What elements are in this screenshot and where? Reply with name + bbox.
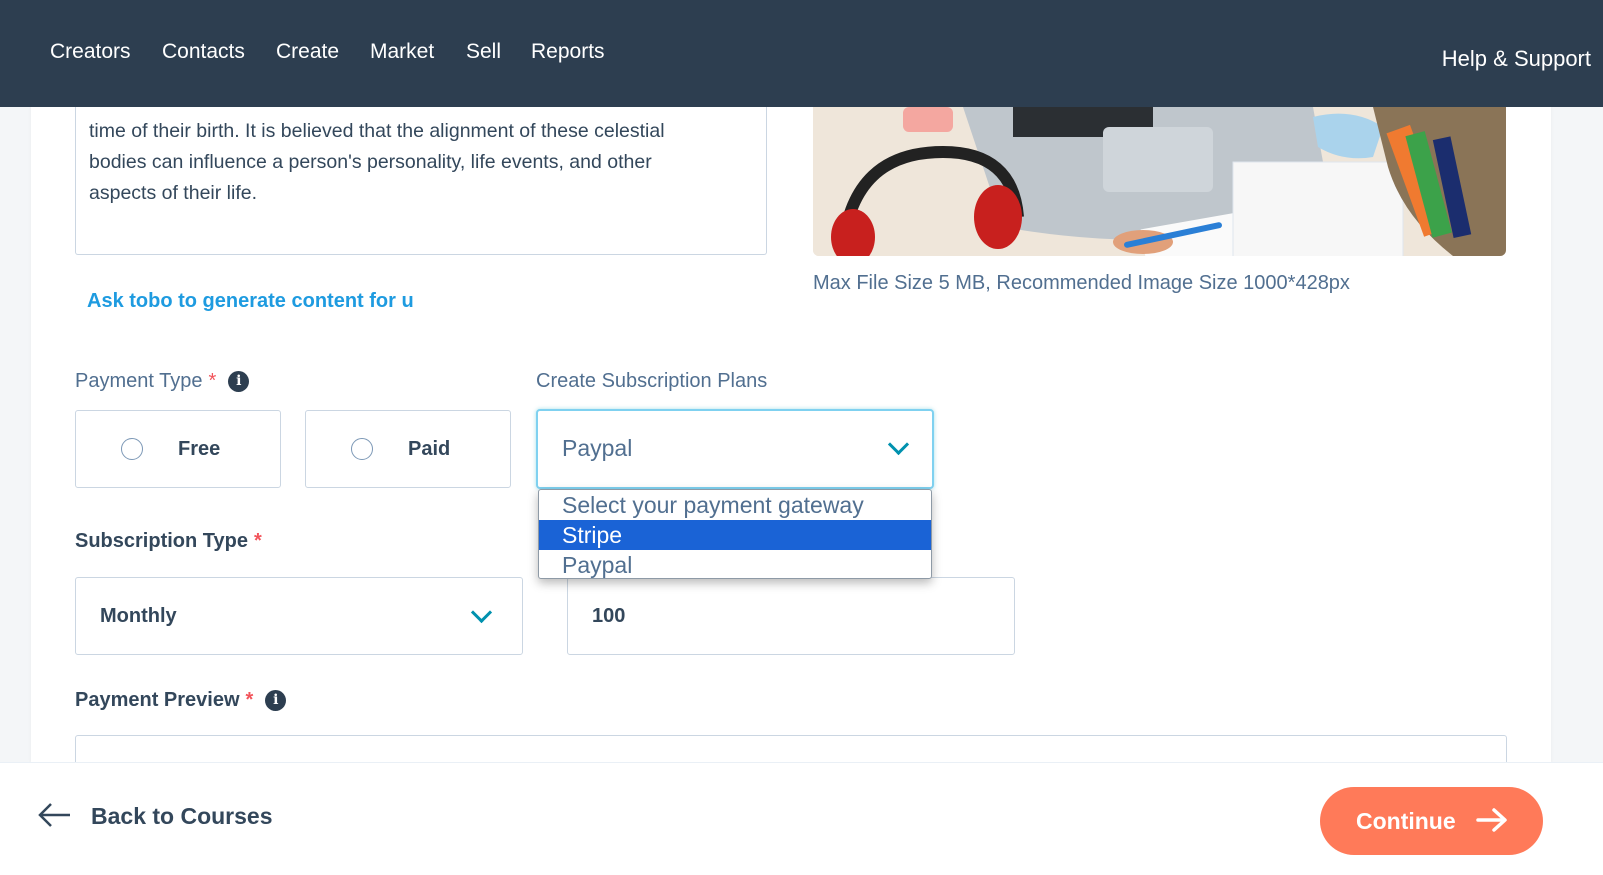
payment-type-label: Payment Type * i <box>75 370 250 393</box>
radio-label-free: Free <box>178 438 221 460</box>
subscription-plans-label: Create Subscription Plans <box>536 370 768 392</box>
chevron-down-icon <box>887 433 910 456</box>
gateway-option-placeholder[interactable]: Select your payment gateway <box>539 490 931 520</box>
description-line: bodies can influence a person's personal… <box>89 151 652 173</box>
footer-bar: Back to Courses Continue <box>0 762 1603 875</box>
chevron-down-icon <box>470 601 493 624</box>
payment-gateway-dropdown: Select your payment gateway Stripe Paypa… <box>538 489 932 579</box>
required-asterisk: * <box>245 689 254 711</box>
info-icon[interactable]: i <box>265 690 287 711</box>
file-size-note: Max File Size 5 MB, Recommended Image Si… <box>813 272 1350 294</box>
description-textarea[interactable]: time of their birth. It is believed that… <box>75 90 767 255</box>
subscription-amount-value: 100 <box>592 605 626 627</box>
payment-type-free-option[interactable]: Free <box>75 410 281 488</box>
continue-label: Continue <box>1356 808 1456 834</box>
required-asterisk: * <box>253 530 262 552</box>
info-icon[interactable]: i <box>228 371 250 392</box>
nav-reports[interactable]: Reports <box>531 40 605 64</box>
subscription-type-select[interactable]: Monthly <box>75 577 523 655</box>
back-to-courses-label: Back to Courses <box>91 803 273 829</box>
arrow-right-icon <box>1476 808 1507 832</box>
subscription-type-label: Subscription Type * <box>75 530 262 552</box>
description-line: time of their birth. It is believed that… <box>89 120 665 142</box>
continue-button[interactable]: Continue <box>1320 787 1543 855</box>
help-support-link[interactable]: Help & Support <box>1442 46 1591 72</box>
radio-button[interactable] <box>351 438 373 460</box>
radio-label-paid: Paid <box>408 438 451 460</box>
top-navbar: Creators Contacts Create Market Sell Rep… <box>0 0 1603 107</box>
course-cover-image[interactable] <box>813 107 1506 256</box>
gateway-selected-value: Paypal <box>562 435 633 461</box>
nav-sell[interactable]: Sell <box>466 40 501 64</box>
subscription-type-value: Monthly <box>100 605 177 627</box>
nav-market[interactable]: Market <box>370 40 434 64</box>
payment-preview-label: Payment Preview * i <box>75 689 287 712</box>
desk-illustration-image <box>813 107 1506 256</box>
payment-gateway-select[interactable]: Paypal <box>536 409 934 489</box>
required-asterisk: * <box>208 370 217 392</box>
ask-tobo-generate-link[interactable]: Ask tobo to generate content for u <box>87 290 414 313</box>
gateway-option-paypal[interactable]: Paypal <box>539 550 931 578</box>
payment-type-paid-option[interactable]: Paid <box>305 410 511 488</box>
radio-button[interactable] <box>121 438 143 460</box>
description-line: aspects of their life. <box>89 182 257 204</box>
nav-contacts[interactable]: Contacts <box>162 40 245 64</box>
nav-create[interactable]: Create <box>276 40 339 64</box>
arrow-left-icon <box>38 803 70 827</box>
nav-creators[interactable]: Creators <box>50 40 131 64</box>
sticky-note-shape <box>903 107 953 132</box>
subscription-amount-input[interactable]: 100 <box>567 577 1015 655</box>
gateway-option-stripe[interactable]: Stripe <box>539 520 931 550</box>
